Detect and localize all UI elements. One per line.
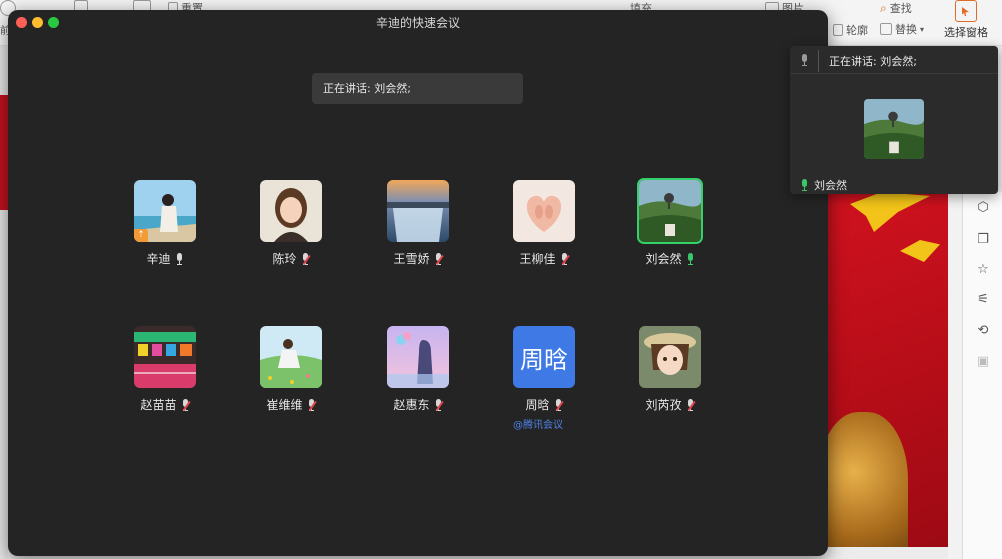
active-speaker-thumbnail bbox=[864, 99, 924, 159]
image-icon: ▣ bbox=[976, 354, 990, 369]
outline-label: 轮廓 bbox=[846, 24, 868, 37]
selection-pane-label: 选择窗格 bbox=[944, 26, 988, 39]
screen-share-badge-icon: ⇡ bbox=[134, 229, 148, 242]
mic-muted-icon bbox=[555, 398, 563, 411]
mic-muted-icon bbox=[435, 252, 443, 265]
golden-lion-decoration bbox=[828, 412, 908, 547]
avatar[interactable] bbox=[387, 180, 449, 242]
window-title: 辛迪的快速会议 bbox=[375, 16, 460, 30]
gold-dove-decoration-small bbox=[900, 240, 940, 262]
girl-balloons-illustration bbox=[387, 326, 449, 388]
participant-name: 刘芮孜 bbox=[645, 398, 682, 412]
balloon-landscape-photo bbox=[639, 180, 701, 242]
participant-name: 刘会然 bbox=[645, 252, 682, 266]
mic-muted-icon bbox=[302, 252, 310, 265]
background-slide-canvas[interactable] bbox=[828, 192, 948, 547]
participant-name: 王雪娇 bbox=[393, 252, 430, 266]
background-canvas-edge bbox=[948, 192, 962, 559]
mic-speaking-icon bbox=[687, 252, 695, 265]
participant-tile[interactable]: 陈玲 bbox=[228, 180, 354, 290]
avatar-initials: 周晗 bbox=[513, 326, 575, 388]
mic-muted-icon bbox=[435, 398, 443, 411]
outline-button[interactable]: 轮廓 bbox=[833, 22, 868, 38]
colorful-street-photo bbox=[134, 326, 196, 388]
participant-name: 周晗 bbox=[525, 398, 550, 412]
pin-icon[interactable]: ☆ bbox=[975, 262, 991, 278]
find-label: 查找 bbox=[889, 2, 912, 15]
selection-pane-button[interactable]: 选择窗格 bbox=[944, 0, 988, 40]
participant-name: 赵惠东 bbox=[393, 398, 430, 412]
dropdown-caret-icon: ▾ bbox=[920, 24, 925, 34]
background-right-sidebar: ⬡ ❐ ☆ ⚟ ⟲ ▣ bbox=[962, 192, 1002, 559]
participant-name: 王柳佳 bbox=[519, 252, 556, 266]
smiling-girl-photo bbox=[260, 180, 322, 242]
mic-speaking-icon bbox=[800, 179, 808, 191]
participant-tile[interactable]: 崔维维 bbox=[228, 326, 354, 436]
replace-button[interactable]: 替换 ▾ bbox=[880, 21, 924, 37]
participant-tile[interactable]: ⇡ 辛迪 bbox=[102, 180, 228, 290]
gold-dove-decoration bbox=[850, 192, 930, 232]
floating-speaker-name: 刘会然 bbox=[814, 179, 847, 192]
meeting-window: 辛迪的快速会议 正在讲话: 刘会然; ⇡ 辛迪 陈玲 王雪娇 王柳佳 刘会然 赵… bbox=[8, 10, 828, 556]
participant-name: 崔维维 bbox=[266, 398, 303, 412]
replace-label: 替换 bbox=[895, 23, 917, 36]
floating-speaker-panel[interactable]: 正在讲话: 刘会然; 刘会然 bbox=[790, 46, 998, 194]
girl-meadow-illustration bbox=[260, 326, 322, 388]
magnifier-icon: ⌕ bbox=[880, 0, 887, 15]
background-slide-thumbnail[interactable] bbox=[0, 95, 8, 210]
avatar[interactable] bbox=[260, 180, 322, 242]
mic-muted-icon bbox=[561, 252, 569, 265]
participant-tile[interactable]: 刘芮孜 bbox=[607, 326, 733, 436]
selection-pane-icon bbox=[955, 0, 977, 22]
window-titlebar: 辛迪的快速会议 bbox=[8, 10, 828, 34]
floating-panel-header: 正在讲话: 刘会然; bbox=[790, 46, 998, 74]
cube-icon[interactable]: ⬡ bbox=[975, 200, 991, 216]
find-button[interactable]: ⌕ 查找 bbox=[880, 0, 912, 16]
avatar[interactable] bbox=[513, 180, 575, 242]
tencent-meeting-watermark: @腾讯会议 bbox=[513, 420, 563, 431]
mic-muted-icon bbox=[182, 398, 190, 411]
participant-name: 辛迪 bbox=[146, 252, 171, 266]
mic-on-icon bbox=[176, 252, 184, 265]
avatar-active-speaker[interactable] bbox=[637, 178, 703, 244]
avatar[interactable]: 周晗 bbox=[513, 326, 575, 388]
participant-tile-active-speaker[interactable]: 刘会然 bbox=[607, 178, 733, 290]
avatar[interactable] bbox=[134, 326, 196, 388]
participant-tile[interactable]: 赵苗苗 bbox=[102, 326, 228, 436]
anime-girl-hat-illustration bbox=[639, 326, 701, 388]
copy-icon[interactable]: ❐ bbox=[975, 232, 991, 248]
avatar[interactable] bbox=[260, 326, 322, 388]
participant-name: 陈玲 bbox=[272, 252, 297, 266]
speaking-banner: 正在讲话: 刘会然; bbox=[312, 73, 523, 104]
divider bbox=[818, 50, 819, 72]
balloon-landscape-photo bbox=[864, 99, 924, 159]
baby-feet-heart-photo bbox=[513, 180, 575, 242]
sliders-icon[interactable]: ⚟ bbox=[975, 292, 991, 308]
mic-muted-icon bbox=[308, 398, 316, 411]
participant-tile[interactable]: 赵惠东 bbox=[355, 326, 481, 436]
participant-tile[interactable]: 王雪娇 bbox=[355, 180, 481, 290]
avatar[interactable] bbox=[639, 326, 701, 388]
avatar[interactable]: ⇡ bbox=[134, 180, 196, 242]
history-icon[interactable]: ⟲ bbox=[975, 323, 991, 339]
waterfall-photo bbox=[387, 180, 449, 242]
mic-icon[interactable] bbox=[800, 54, 808, 66]
participant-name: 赵苗苗 bbox=[140, 398, 177, 412]
floating-speaker-name-row: 刘会然 bbox=[800, 177, 847, 193]
avatar[interactable] bbox=[387, 326, 449, 388]
floating-speaking-text: 正在讲话: 刘会然; bbox=[829, 55, 917, 68]
participant-tile[interactable]: 王柳佳 bbox=[481, 180, 607, 290]
mic-muted-icon bbox=[687, 398, 695, 411]
